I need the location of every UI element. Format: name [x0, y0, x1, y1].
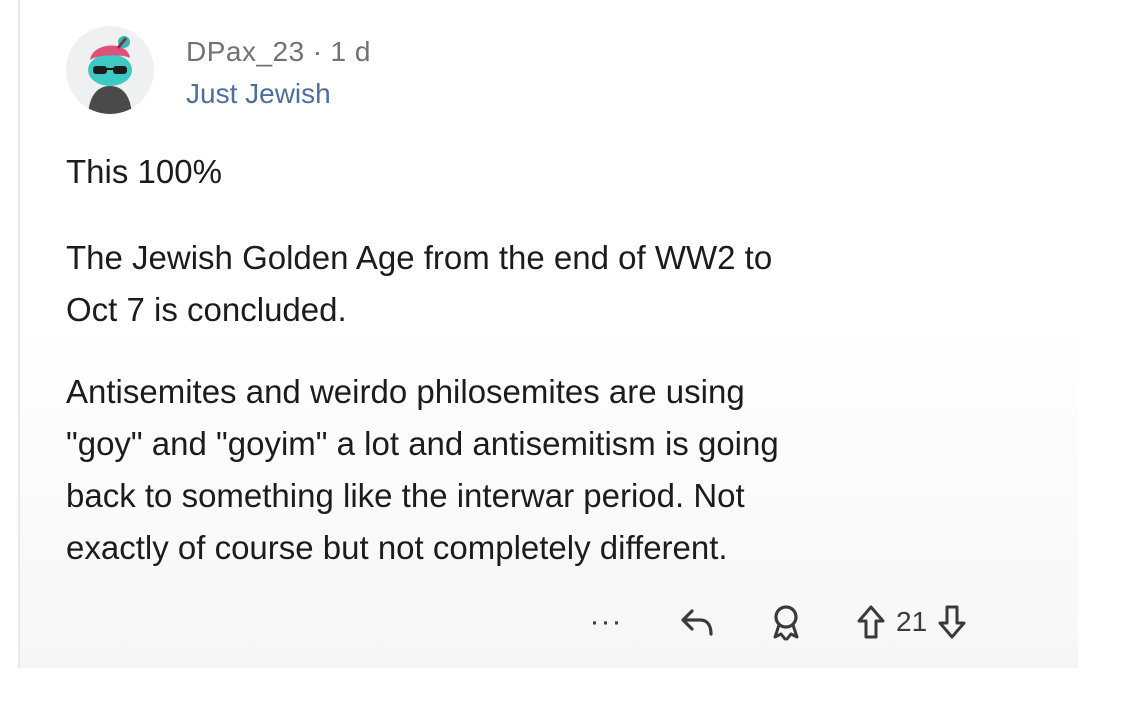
upvote-icon [857, 605, 885, 639]
comment-header: DPax_23 · 1 d Just Jewish [186, 34, 371, 112]
meta-separator: · [312, 36, 323, 67]
user-flair: Just Jewish [186, 78, 331, 109]
more-icon: ··· [589, 605, 623, 638]
reply-button[interactable] [678, 605, 716, 639]
comment-age: 1 d [330, 36, 371, 67]
comment-paragraph-2: The Jewish Golden Age from the end of WW… [66, 239, 773, 328]
comment-paragraph-1: This 100% [66, 153, 222, 190]
award-button[interactable] [768, 603, 804, 641]
downvote-button[interactable] [937, 604, 967, 640]
comment-body: This 100% The Jewish Golden Age from the… [66, 146, 1056, 574]
screenshot-root: DPax_23 · 1 d Just Jewish This 100% The Je… [0, 0, 1135, 707]
award-icon [773, 605, 799, 641]
user-avatar[interactable] [66, 26, 154, 114]
comment-action-bar: ··· 21 [586, 596, 967, 648]
comment-meta: DPax_23 · 1 d [186, 34, 371, 70]
avatar-icon [66, 26, 154, 114]
downvote-icon [938, 605, 966, 639]
reply-icon [681, 609, 713, 636]
more-options-button[interactable]: ··· [586, 605, 626, 639]
vote-score: 21 [896, 606, 928, 637]
upvote-button[interactable] [856, 604, 886, 640]
comment-paragraph-3: Antisemites and weirdo philosemites are … [66, 373, 779, 566]
username-link[interactable]: DPax_23 [186, 36, 305, 67]
